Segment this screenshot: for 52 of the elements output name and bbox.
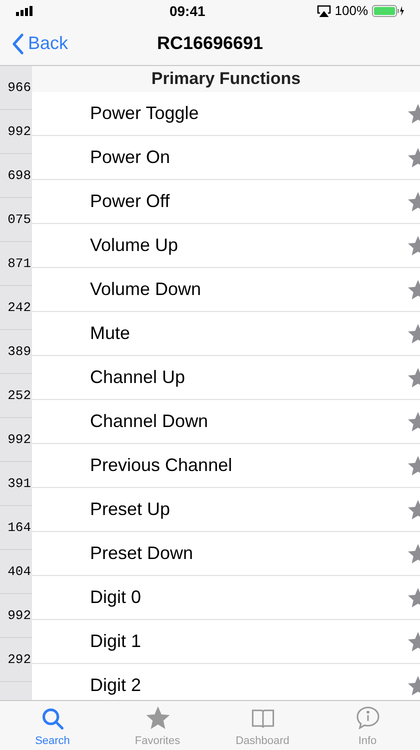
screen-title: RC16696691	[156, 32, 264, 55]
index-number: 966	[8, 78, 32, 97]
battery-percent: 100%	[334, 2, 368, 20]
function-label: Volume Down	[90, 278, 202, 301]
index-number: 252	[8, 386, 32, 405]
function-row[interactable]: Volume Up	[32, 224, 420, 268]
function-row[interactable]: Power On	[32, 136, 420, 180]
status-time: 09:41	[169, 2, 206, 20]
function-row[interactable]: Preset Down	[32, 532, 420, 576]
function-row[interactable]: Power Toggle	[32, 92, 420, 136]
index-number: 404	[8, 562, 32, 581]
battery-icon	[372, 5, 404, 17]
index-number: 292	[8, 650, 32, 669]
index-number: 164	[8, 518, 32, 537]
function-row[interactable]: Digit 0	[32, 576, 420, 620]
function-label: Preset Down	[90, 542, 194, 565]
index-number: 871	[8, 254, 32, 273]
function-row[interactable]: Volume Down	[32, 268, 420, 312]
index-number: 242	[8, 298, 32, 317]
index-number: 992	[8, 122, 32, 141]
function-label: Volume Up	[90, 234, 178, 257]
airplay-icon	[316, 5, 331, 17]
function-label: Mute	[90, 322, 130, 345]
function-label: Digit 2	[90, 674, 142, 697]
function-row[interactable]: Digit 1	[32, 620, 420, 664]
chevron-icon	[12, 32, 24, 54]
section-header: Primary Functions	[151, 68, 301, 90]
search-icon	[40, 706, 66, 732]
function-row[interactable]: Channel Down	[32, 400, 420, 444]
index-number: 391	[8, 474, 32, 493]
function-label: Digit 1	[90, 630, 142, 653]
index-number: 992	[8, 606, 32, 625]
function-row[interactable]: Previous Channel	[32, 444, 420, 488]
function-label: Power On	[90, 146, 170, 169]
index-number: 992	[8, 430, 32, 449]
function-label: Power Toggle	[90, 102, 199, 125]
function-row[interactable]: Preset Up	[32, 488, 420, 532]
function-label: Power Off	[90, 190, 170, 213]
function-label: Channel Down	[90, 410, 208, 433]
back-button[interactable]: Back	[12, 30, 68, 57]
function-row[interactable]: Power Off	[32, 180, 420, 224]
function-row[interactable]: Channel Up	[32, 356, 420, 400]
index-number: 698	[8, 166, 32, 185]
function-label: Preset Up	[90, 498, 170, 521]
index-number: 389	[8, 342, 32, 361]
function-label: Channel Up	[90, 366, 186, 389]
signal-icon	[16, 6, 34, 16]
function-label: Previous Channel	[90, 454, 232, 477]
function-row[interactable]: Mute	[32, 312, 420, 356]
tab-bar-item[interactable]: Search	[0, 701, 105, 750]
index-number: 075	[8, 210, 32, 229]
function-label: Digit 0	[90, 586, 142, 609]
